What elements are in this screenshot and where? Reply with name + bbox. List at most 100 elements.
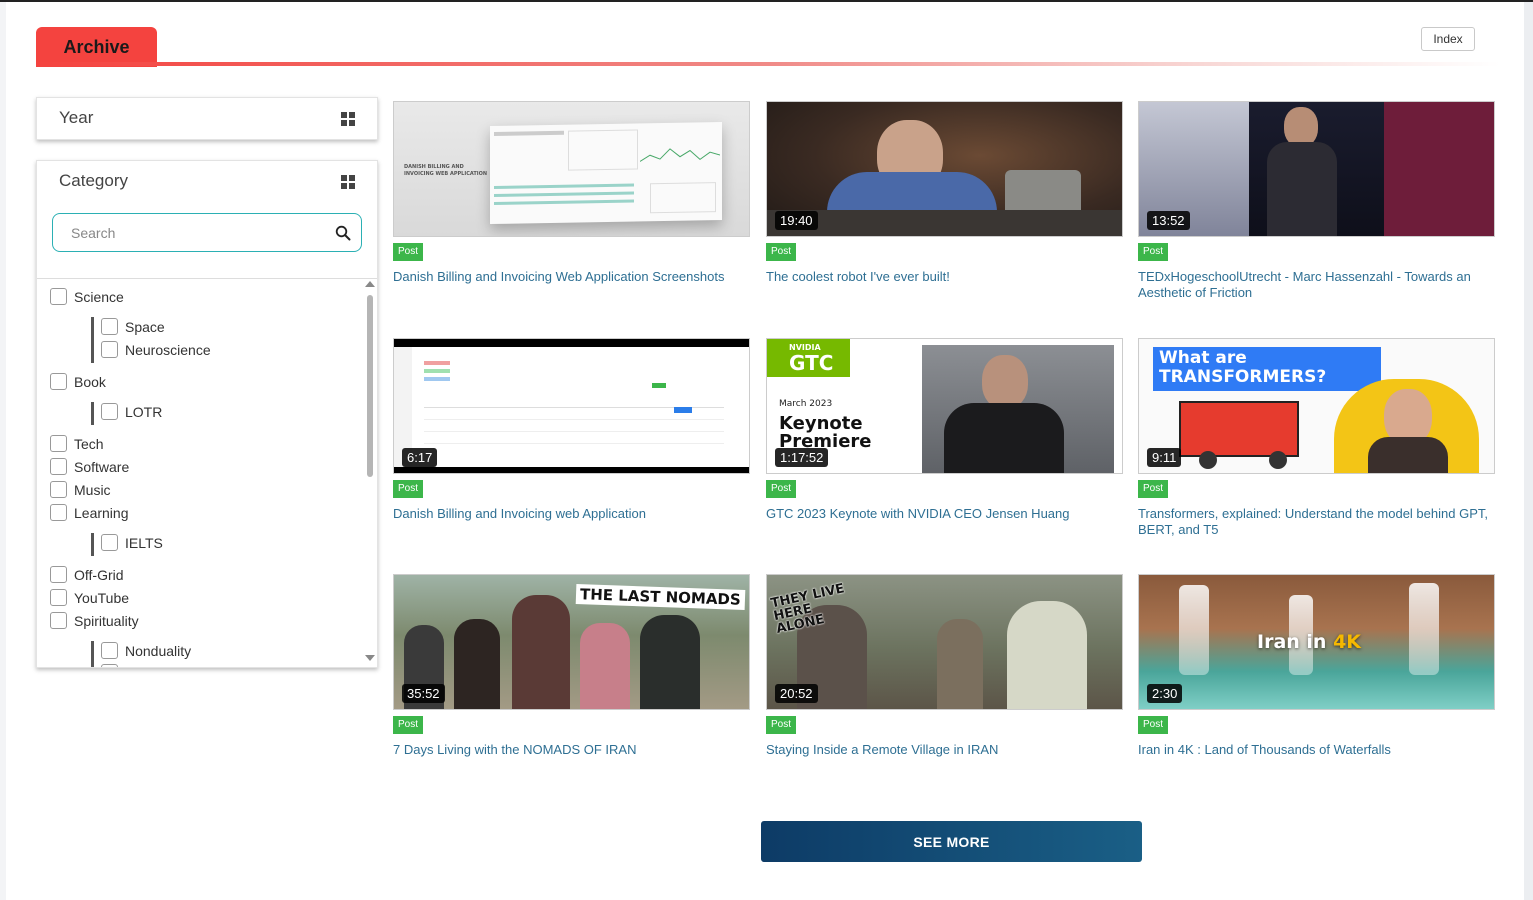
category-label: Science [74,288,124,305]
video-title-link[interactable]: Transformers, explained: Understand the … [1138,506,1495,538]
grid-icon[interactable] [341,112,355,126]
video-thumbnail[interactable]: THE LAST NOMADS 35:52 [393,574,750,710]
category-item[interactable]: Nonduality [101,642,191,659]
caption-text: Iran in [1257,631,1327,653]
category-item[interactable]: Spirituality [50,612,139,629]
thumbnail-date: March 2023 [779,399,833,409]
see-more-button[interactable]: SEE MORE [761,821,1142,862]
grid-icon[interactable] [341,175,355,189]
screenshot-mockup [490,121,722,225]
category-checkbox[interactable] [50,504,67,521]
archive-page: Archive Index Year Category Science Spac… [6,2,1524,900]
video-title-link[interactable]: Iran in 4K : Land of Thousands of Waterf… [1138,742,1495,758]
video-title-link[interactable]: TEDxHogeschoolUtrecht - Marc Hassenzahl … [1138,269,1495,301]
video-thumbnail[interactable]: 13:52 [1138,101,1495,237]
thumbnail-heading: What are [1159,348,1247,368]
video-title-link[interactable]: Danish Billing and Invoicing web Applica… [393,506,750,522]
category-checkbox[interactable] [50,481,67,498]
category-filter-panel: Category Science Space Neuroscience Book… [36,160,378,668]
video-thumbnail[interactable]: Iran in 4K 2:30 [1138,574,1495,710]
category-item[interactable]: Space [101,318,165,335]
post-badge: Post [766,480,797,498]
video-title-link[interactable]: The coolest robot I've ever built! [766,269,1123,285]
video-duration: 1:17:52 [775,448,829,467]
category-checkbox[interactable] [50,458,67,475]
post-badge: Post [766,716,797,734]
video-thumbnail[interactable]: 19:40 [766,101,1123,237]
video-thumbnail[interactable]: What are TRANSFORMERS? 9:11 [1138,338,1495,474]
video-title-link[interactable]: Staying Inside a Remote Village in IRAN [766,742,1123,758]
thumbnail-caption: DANISH BILLING AND INVOICING WEB APPLICA… [404,164,488,177]
video-thumbnail[interactable]: DANISH BILLING AND INVOICING WEB APPLICA… [393,101,750,237]
category-checkbox[interactable] [50,612,67,629]
category-checkbox[interactable] [101,341,118,358]
category-item[interactable]: Software [50,458,129,475]
category-item[interactable]: Learning [50,504,129,521]
thumbnail-caption: THE LAST NOMADS [575,584,746,610]
category-item[interactable]: Tech [50,435,104,452]
video-title-link[interactable]: GTC 2023 Keynote with NVIDIA CEO Jensen … [766,506,1123,522]
index-button[interactable]: Index [1421,27,1475,51]
speaker-head [1284,107,1318,147]
category-checkbox[interactable] [101,318,118,335]
video-title-link[interactable]: 7 Days Living with the NOMADS OF IRAN [393,742,750,758]
category-scrollbar[interactable] [364,281,376,667]
category-checkbox[interactable] [50,435,67,452]
scroll-down-icon[interactable] [365,655,375,661]
truck-shape [1179,401,1299,457]
category-checkbox[interactable] [101,664,118,667]
category-checkbox[interactable] [101,534,118,551]
video-duration: 9:11 [1147,448,1182,467]
category-item[interactable]: YouTube [50,589,129,606]
year-filter-title: Year [59,108,94,127]
tree-branch [91,402,94,425]
video-duration: 35:52 [402,684,445,703]
category-label: Learning [74,504,129,521]
post-badge: Post [1138,243,1169,261]
category-label: Book [74,373,106,390]
search-icon[interactable] [335,225,351,241]
category-checkbox[interactable] [50,589,67,606]
category-item[interactable]: LOTR [101,403,162,420]
title-banner: What are TRANSFORMERS? [1153,347,1381,391]
category-search-input[interactable] [71,223,321,243]
category-item[interactable]: IELTS [101,534,163,551]
post-badge: Post [1138,716,1169,734]
category-checkbox[interactable] [50,288,67,305]
video-title-link[interactable]: Danish Billing and Invoicing Web Applica… [393,269,750,285]
scroll-thumb[interactable] [367,295,373,477]
category-item[interactable]: Music [50,481,111,498]
category-checkbox[interactable] [50,566,67,583]
year-filter-panel[interactable]: Year [36,97,378,140]
video-duration: 2:30 [1147,684,1183,703]
post-badge: Post [393,243,424,261]
category-item[interactable]: Neuroscience [101,341,211,358]
video-thumbnail[interactable]: THEY LIVE HERE ALONE 20:52 [766,574,1123,710]
thumbnail-caption: Iran in 4K [1257,631,1361,653]
post-badge: Post [766,243,797,261]
archive-tab: Archive [36,27,157,67]
category-filter-title: Category [59,171,128,190]
tree-branch [91,641,94,667]
category-checkbox[interactable] [101,642,118,659]
category-list: Science Space Neuroscience Book LOTR Tec… [37,279,363,667]
category-label: YouTube [74,589,130,606]
video-duration: 6:17 [402,448,438,467]
category-item[interactable]: Off-Grid [50,566,124,583]
post-badge: Post [1138,480,1169,498]
video-thumbnail[interactable]: NVIDIA GTC March 2023 Keynote Premiere 1… [766,338,1123,474]
video-thumbnail[interactable]: 6:17 [393,338,750,474]
category-item-partial[interactable] [101,664,125,667]
video-duration: 20:52 [775,684,818,703]
category-label: Off-Grid [74,566,124,583]
category-checkbox[interactable] [50,373,67,390]
category-label: Software [74,458,130,475]
category-checkbox[interactable] [101,403,118,420]
category-item[interactable]: Science [50,288,124,305]
category-item[interactable]: Book [50,373,106,390]
category-label: Spirituality [74,612,139,629]
scroll-up-icon[interactable] [365,281,375,287]
archive-title: Archive [63,36,130,57]
speaker-body [1267,142,1337,236]
caption-accent: 4K [1333,631,1362,653]
